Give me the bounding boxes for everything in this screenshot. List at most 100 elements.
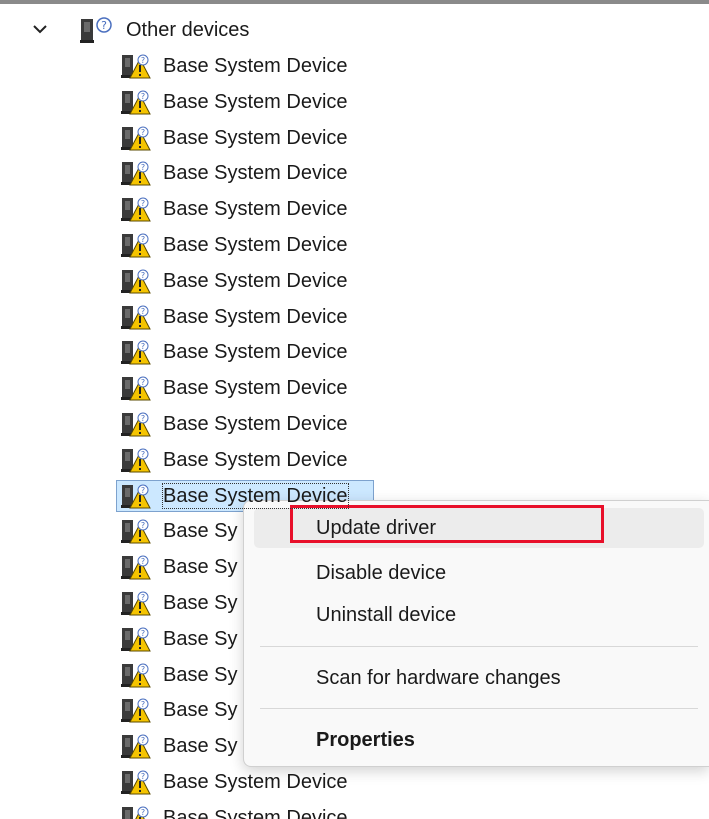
device-warning-icon: ? <box>121 196 151 222</box>
device-row[interactable]: ? Base System Device <box>116 444 416 476</box>
menu-properties-label: Properties <box>316 729 415 751</box>
chevron-down-icon[interactable] <box>29 18 51 40</box>
menu-update-driver[interactable]: Update driver <box>254 508 704 548</box>
device-warning-icon: ? <box>121 626 151 652</box>
device-warning-icon: ? <box>121 304 151 330</box>
svg-text:?: ? <box>141 486 145 495</box>
device-row-selected[interactable]: ? Base System Device <box>116 479 374 512</box>
menu-scan-hardware[interactable]: Scan for hardware changes <box>254 658 704 698</box>
device-label: Base Sy <box>163 735 238 758</box>
svg-text:?: ? <box>101 19 107 32</box>
svg-text:?: ? <box>141 235 145 244</box>
device-warning-icon: ? <box>121 268 151 294</box>
device-row[interactable]: ? Base System Device <box>116 766 416 798</box>
menu-disable-device-label: Disable device <box>316 562 447 584</box>
menu-scan-hardware-label: Scan for hardware changes <box>316 667 561 689</box>
device-warning-icon: ? <box>121 483 151 509</box>
unknown-device-category-icon: ? <box>79 16 113 44</box>
window-top-border <box>0 0 709 4</box>
device-warning-icon: ? <box>121 733 151 759</box>
device-label: Base System Device <box>163 413 348 435</box>
svg-text:?: ? <box>141 772 145 781</box>
device-label: Base System Device <box>163 771 348 793</box>
svg-text:?: ? <box>141 92 145 101</box>
device-label: Base Sy <box>163 627 238 650</box>
device-label: Base System Device <box>163 341 348 364</box>
device-label: Base System Device <box>163 162 348 185</box>
device-warning-icon: ? <box>121 89 151 115</box>
device-warning-icon: ? <box>121 53 151 79</box>
svg-text:?: ? <box>141 199 145 208</box>
device-warning-icon: ? <box>121 590 151 616</box>
svg-text:?: ? <box>141 378 145 387</box>
device-label: Base Sy <box>163 556 238 579</box>
device-label: Base System Device <box>163 126 348 149</box>
device-row[interactable]: ? Base System Device <box>116 336 416 368</box>
svg-text:?: ? <box>141 521 145 530</box>
device-warning-icon: ? <box>121 411 151 437</box>
device-warning-icon: ? <box>121 662 151 688</box>
svg-text:?: ? <box>141 342 145 351</box>
svg-text:?: ? <box>141 414 145 423</box>
device-label: Base System Device <box>163 90 348 113</box>
menu-separator <box>260 646 698 647</box>
device-label: Base System Device <box>162 482 349 509</box>
device-warning-icon: ? <box>121 518 151 544</box>
device-warning-icon: ? <box>121 554 151 580</box>
svg-text:?: ? <box>141 736 145 745</box>
device-row[interactable]: ? Base System Device <box>116 122 416 154</box>
device-manager-window: ? Other devices ? Base System Device? Base… <box>0 0 709 819</box>
device-row[interactable]: ? Base System Device <box>116 265 416 297</box>
context-menu: Update driver Disable device Uninstall d… <box>243 500 709 767</box>
svg-text:?: ? <box>141 808 145 817</box>
device-row[interactable]: ? Base System Device <box>116 86 416 118</box>
device-label: Base System Device <box>163 234 348 256</box>
svg-text:?: ? <box>141 56 145 65</box>
svg-text:?: ? <box>141 271 145 280</box>
device-label: Base Sy <box>163 592 238 614</box>
device-label: Base Sy <box>163 663 238 686</box>
device-warning-icon: ? <box>121 805 151 819</box>
device-warning-icon: ? <box>121 769 151 795</box>
device-label: Base System Device <box>163 377 348 400</box>
device-row[interactable]: ? Base System Device <box>116 301 416 333</box>
menu-uninstall-device-label: Uninstall device <box>316 604 457 626</box>
svg-text:?: ? <box>141 629 145 638</box>
device-warning-icon: ? <box>121 339 151 365</box>
svg-text:?: ? <box>141 557 145 566</box>
tree-category-other-devices[interactable]: ? Other devices <box>0 14 709 46</box>
svg-text:?: ? <box>141 665 145 674</box>
device-row[interactable]: ? Base System Device <box>116 802 416 819</box>
menu-separator <box>260 708 698 709</box>
category-label: Other devices <box>126 19 250 41</box>
device-label: Base System Device <box>163 269 348 292</box>
device-warning-icon: ? <box>121 160 151 186</box>
device-label: Base System Device <box>163 55 348 77</box>
svg-text:?: ? <box>141 307 145 316</box>
device-warning-icon: ? <box>121 697 151 723</box>
device-row[interactable]: ? Base System Device <box>116 408 416 440</box>
device-row[interactable]: ? Base System Device <box>116 50 416 82</box>
device-warning-icon: ? <box>121 447 151 473</box>
svg-text:?: ? <box>141 450 145 459</box>
device-warning-icon: ? <box>121 125 151 151</box>
menu-disable-device[interactable]: Disable device <box>254 553 704 593</box>
device-warning-icon: ? <box>121 232 151 258</box>
menu-properties[interactable]: Properties <box>254 720 704 760</box>
device-label: Base Sy <box>163 699 238 722</box>
svg-text:?: ? <box>141 700 145 709</box>
device-label: Base System Device <box>163 448 348 471</box>
device-row[interactable]: ? Base System Device <box>116 229 416 261</box>
device-label: Base System Device <box>163 198 348 221</box>
device-label: Base System Device <box>163 305 348 328</box>
menu-uninstall-device[interactable]: Uninstall device <box>254 595 704 635</box>
device-row[interactable]: ? Base System Device <box>116 193 416 225</box>
device-warning-icon: ? <box>121 375 151 401</box>
device-row[interactable]: ? Base System Device <box>116 372 416 404</box>
device-row[interactable]: ? Base System Device <box>116 157 416 189</box>
menu-update-driver-label: Update driver <box>316 517 437 539</box>
device-label: Base Sy <box>163 520 238 543</box>
svg-text:?: ? <box>141 593 145 602</box>
device-label: Base System Device <box>163 806 348 819</box>
svg-text:?: ? <box>141 128 145 137</box>
